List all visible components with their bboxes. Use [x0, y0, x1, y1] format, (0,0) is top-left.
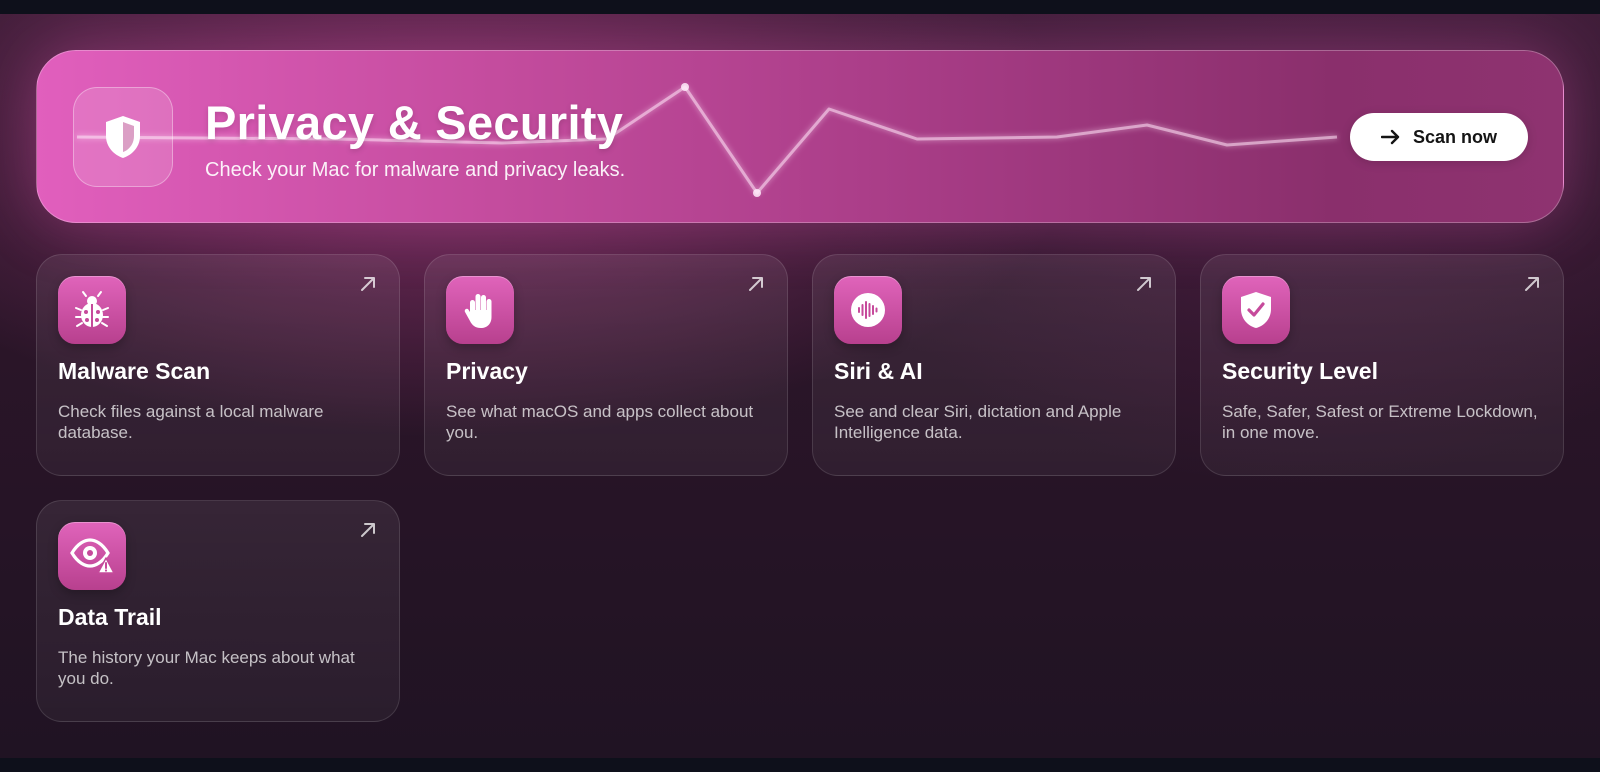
- card-title: Siri & AI: [834, 358, 923, 384]
- open-arrow-icon: [1137, 277, 1151, 291]
- card-description: See what macOS and apps collect about yo…: [446, 402, 754, 442]
- card-title: Data Trail: [58, 604, 162, 630]
- top-edge: [0, 0, 1600, 14]
- open-arrow-icon: [361, 523, 375, 537]
- bottom-edge: [0, 758, 1600, 772]
- card-description: See and clear Siri, dictation and Apple …: [834, 402, 1122, 442]
- scan-now-button[interactable]: Scan now: [1350, 113, 1528, 161]
- page-title: Privacy & Security: [205, 96, 624, 149]
- eye-warning-icon: [58, 522, 126, 590]
- card-description: The history your Mac keeps about what yo…: [58, 648, 355, 688]
- card-privacy[interactable]: Privacy See what macOS and apps collect …: [424, 254, 788, 476]
- shield-check-icon: [1222, 276, 1290, 344]
- hero-banner: Privacy & Security Check your Mac for ma…: [36, 50, 1564, 223]
- card-title: Security Level: [1222, 358, 1378, 384]
- card-siri-ai[interactable]: Siri & AI See and clear Siri, dictation …: [812, 254, 1176, 476]
- ladybug-icon: [58, 276, 126, 344]
- raised-hand-icon: [446, 276, 514, 344]
- open-arrow-icon: [1525, 277, 1539, 291]
- card-description: Safe, Safer, Safest or Extreme Lockdown,…: [1222, 402, 1538, 442]
- card-malware-scan[interactable]: Malware Scan Check files against a local…: [36, 254, 400, 476]
- arrow-right-icon: [1380, 129, 1400, 145]
- shield-icon: [73, 87, 173, 187]
- page-subtitle: Check your Mac for malware and privacy l…: [205, 159, 626, 181]
- open-arrow-icon: [749, 277, 763, 291]
- card-title: Malware Scan: [58, 358, 211, 384]
- card-title: Privacy: [446, 358, 528, 384]
- scan-now-label: Scan now: [1412, 126, 1497, 147]
- card-security-level[interactable]: Security Level Safe, Safer, Safest or Ex…: [1200, 254, 1564, 476]
- open-arrow-icon: [361, 277, 375, 291]
- card-description: Check files against a local malware data…: [58, 402, 324, 442]
- main-content: Privacy & Security Check your Mac for ma…: [0, 14, 1600, 758]
- siri-waveform-icon: [834, 276, 902, 344]
- card-data-trail[interactable]: Data Trail The history your Mac keeps ab…: [36, 500, 400, 722]
